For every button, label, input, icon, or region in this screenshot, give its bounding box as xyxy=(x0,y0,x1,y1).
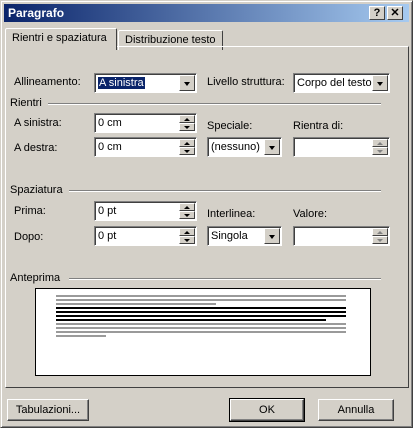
title-bar[interactable]: Paragrafo ? ✕ xyxy=(4,4,409,22)
close-icon: ✕ xyxy=(390,7,400,19)
ok-button[interactable]: OK xyxy=(229,398,305,422)
tab-line-page-breaks-label: Distribuzione testo xyxy=(125,34,216,46)
ok-button-label: OK xyxy=(259,404,275,416)
cancel-button-label: Annulla xyxy=(337,404,375,416)
tab-panel xyxy=(5,46,409,388)
paragraph-dialog: Paragrafo ? ✕ Rientri e spaziatura Distr… xyxy=(0,0,413,428)
tab-indents-spacing-label: Rientri e spaziatura xyxy=(12,32,107,44)
help-icon: ? xyxy=(373,7,381,19)
tab-indents-spacing[interactable]: Rientri e spaziatura xyxy=(5,28,117,50)
tabs-button-label: Tabulazioni... xyxy=(15,404,81,416)
close-button[interactable]: ✕ xyxy=(387,6,403,20)
window-title: Paragrafo xyxy=(8,6,65,20)
tabs-button[interactable]: Tabulazioni... xyxy=(7,399,89,421)
help-button[interactable]: ? xyxy=(369,6,385,20)
cancel-button[interactable]: Annulla xyxy=(318,399,394,421)
